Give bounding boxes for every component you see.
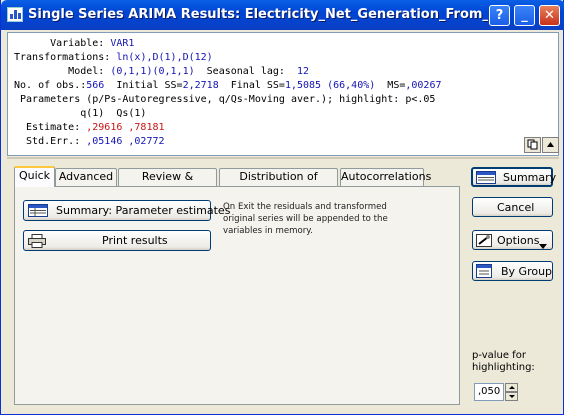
pvalue-label: p-value for highlighting: xyxy=(472,350,535,373)
tab-quick[interactable]: Quick xyxy=(14,166,55,187)
summary-label: Summary xyxy=(503,170,557,184)
pvalue-spin-up[interactable] xyxy=(505,383,518,392)
help-button[interactable]: ? xyxy=(489,5,510,26)
initial-ss-label: Initial SS= xyxy=(104,80,183,91)
summary-table-icon xyxy=(28,204,48,220)
summary-parameter-estimates-button[interactable]: Summary: Parameter estimates xyxy=(23,200,230,221)
model-label: Model: xyxy=(14,66,111,77)
tab-distribution-residuals[interactable]: Distribution of residuals xyxy=(219,168,338,199)
stderr-line: Std.Err.: ,05146 ,02772 xyxy=(14,135,165,149)
variable-value: VAR1 xyxy=(110,38,135,49)
estimate-label: Estimate: xyxy=(14,122,87,133)
options-button[interactable]: Options xyxy=(472,230,553,250)
initial-ss-value: 2,2718 xyxy=(182,80,219,91)
obs-value: 566 xyxy=(86,80,105,91)
by-group-icon xyxy=(476,264,492,281)
stderr-values: ,05146 ,02772 xyxy=(86,136,165,147)
options-tools-icon xyxy=(476,234,492,250)
seasonal-lag-value: 12 xyxy=(290,66,310,77)
chevron-down-icon xyxy=(539,239,547,252)
scroll-up-icon[interactable] xyxy=(542,137,559,153)
arima-results-window: Single Series ARIMA Results: Electricity… xyxy=(0,0,564,415)
cancel-label: Cancel xyxy=(497,200,535,214)
transformations-label: Transformations: xyxy=(14,52,117,63)
final-ss-value: 1,5085 (66,40%) xyxy=(284,80,376,91)
by-group-button[interactable]: By Group xyxy=(472,261,553,281)
app-chart-icon xyxy=(7,7,23,22)
parameter-column-headers: q(1) Qs(1) xyxy=(14,108,147,119)
model-value: (0,1,1)(0,1,1) xyxy=(110,66,195,77)
stderr-label: Std.Err.: xyxy=(14,136,87,147)
seasonal-lag-label: Seasonal lag: xyxy=(194,66,291,77)
tab-autocorrelations[interactable]: Autocorrelations xyxy=(340,168,431,186)
pvalue-input[interactable]: ,050 xyxy=(474,383,504,401)
final-ss-label: Final SS= xyxy=(218,80,285,91)
variable-line: Variable: VAR1 xyxy=(14,37,134,51)
ms-label: MS= xyxy=(375,80,406,91)
estimate-values: ,29616 ,78181 xyxy=(86,122,165,133)
close-button[interactable]: ✕ xyxy=(539,5,560,26)
spin-up-icon xyxy=(509,386,515,389)
title-bar[interactable]: Single Series ARIMA Results: Electricity… xyxy=(1,0,564,30)
model-line: Model: (0,1,1)(0,1,1) Seasonal lag: 12 xyxy=(14,65,309,79)
copy-icon[interactable] xyxy=(524,137,541,153)
transformations-value: ln(x),D(1),D(12) xyxy=(116,52,213,63)
obs-line: No. of obs.:566 Initial SS=2,2718 Final … xyxy=(14,79,442,93)
ms-value: ,00267 xyxy=(405,80,442,91)
print-results-label: Print results xyxy=(102,234,168,247)
options-label: Options xyxy=(497,233,540,247)
variable-label: Variable: xyxy=(14,38,111,49)
pvalue-spin-down[interactable] xyxy=(505,392,518,401)
obs-label: No. of obs.: xyxy=(14,80,87,91)
exit-note-text: On Exit the residuals and transformed or… xyxy=(223,202,388,236)
results-output-pane[interactable]: Variable: VAR1 Transformations: ln(x),D(… xyxy=(7,32,559,156)
estimate-line: Estimate: ,29616 ,78181 xyxy=(14,121,165,135)
parameters-line: Parameters (p/Ps-Autoregressive, q/Qs-Mo… xyxy=(14,94,436,105)
window-title: Single Series ARIMA Results: Electricity… xyxy=(28,7,488,22)
print-results-button[interactable]: Print results xyxy=(23,230,211,251)
summary-icon xyxy=(476,171,496,187)
summary-button[interactable]: Summary xyxy=(471,167,557,187)
minimize-button[interactable]: _ xyxy=(514,5,535,26)
transformations-line: Transformations: ln(x),D(1),D(12) xyxy=(14,51,213,65)
printer-icon xyxy=(28,234,46,251)
spin-down-icon xyxy=(509,395,515,398)
by-group-label: By Group xyxy=(501,264,553,278)
cancel-button[interactable]: Cancel xyxy=(472,197,553,217)
tab-advanced[interactable]: Advanced xyxy=(55,168,117,186)
tab-review-residuals[interactable]: Review & residuals xyxy=(118,168,217,199)
summary-parameter-estimates-label: Summary: Parameter estimates xyxy=(56,204,231,217)
pane-splitter[interactable] xyxy=(7,157,559,159)
